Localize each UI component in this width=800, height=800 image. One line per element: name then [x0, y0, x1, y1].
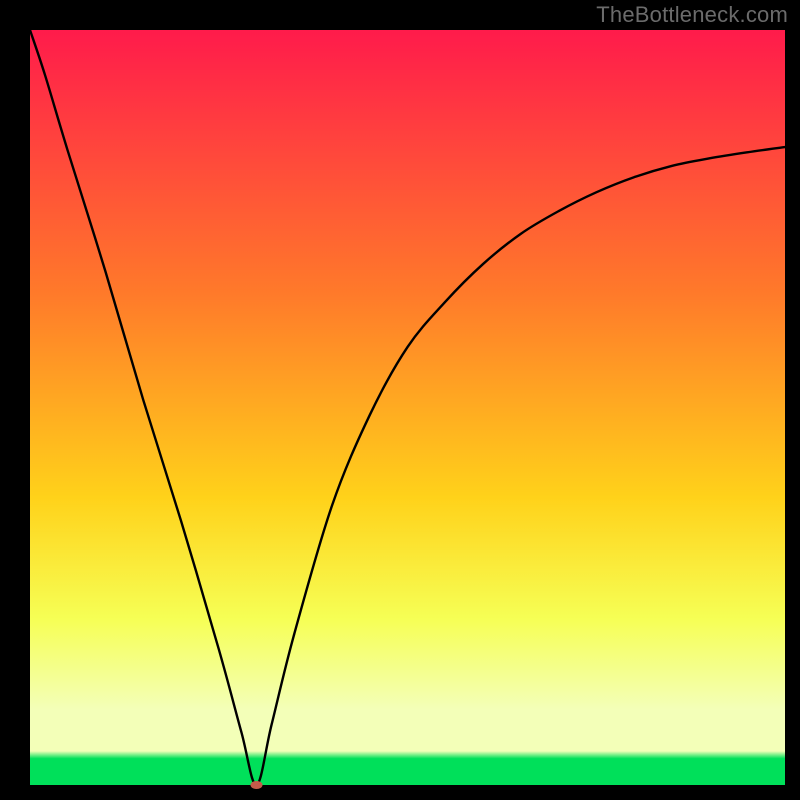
plot-background: [30, 30, 785, 785]
minimum-marker: [251, 781, 263, 789]
chart-frame: TheBottleneck.com: [0, 0, 800, 800]
bottleneck-chart: [0, 0, 800, 800]
watermark-label: TheBottleneck.com: [596, 2, 788, 28]
